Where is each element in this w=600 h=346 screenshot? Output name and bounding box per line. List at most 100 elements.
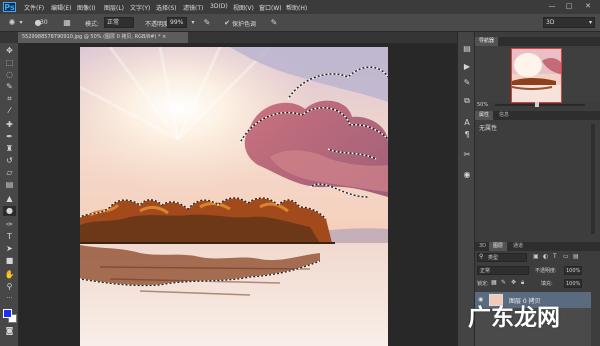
character-panel-icon[interactable]: A bbox=[461, 118, 473, 128]
filter-smart-icon[interactable]: ▤ bbox=[573, 253, 579, 260]
photoshop-logo: Ps bbox=[3, 2, 16, 12]
mode-select[interactable]: 正常 bbox=[104, 17, 134, 28]
chevron-down-icon[interactable]: ▾ bbox=[18, 18, 24, 28]
brush-size-value[interactable]: 30 bbox=[40, 19, 48, 26]
history-panel-icon[interactable]: ▤ bbox=[461, 44, 473, 54]
clone-source-icon[interactable]: ⧉ bbox=[461, 96, 473, 106]
workspace-select[interactable]: 3D ▾ bbox=[543, 17, 595, 28]
layer-filter-value: 类型 bbox=[488, 255, 499, 261]
filter-pixel-icon[interactable]: ▣ bbox=[533, 253, 539, 260]
zoom-tool-icon[interactable]: ⚲ bbox=[3, 282, 16, 292]
tab-channels[interactable]: 通道 bbox=[509, 242, 527, 251]
filter-adjust-icon[interactable]: ◐ bbox=[543, 253, 548, 260]
checkbox-checked-icon[interactable]: ✔ bbox=[222, 18, 232, 28]
options-bar: ✺ ▾ ● 30 ▦ 模式: 正常 不透明度: 99% ▾ ✎ ✔ 保护色调 ✎… bbox=[0, 14, 600, 32]
blur-tool-icon[interactable]: ▲ bbox=[3, 194, 16, 204]
3d-panel-icon[interactable]: ◉ bbox=[461, 170, 473, 180]
mode-label: 模式: bbox=[85, 21, 100, 28]
layer-filter-select[interactable]: 类型 bbox=[477, 253, 527, 262]
lock-position-icon[interactable]: ✥ bbox=[511, 279, 516, 286]
protect-tones-label[interactable]: 保护色调 bbox=[232, 19, 256, 28]
menu-type[interactable]: 文字(Y) bbox=[130, 3, 150, 12]
close-button[interactable]: ✕ bbox=[582, 2, 594, 11]
blend-mode-value: 正常 bbox=[480, 268, 491, 274]
marquee-tool-icon[interactable]: ⬚ bbox=[3, 58, 16, 68]
menu-bar: Ps 文件(F) 编辑(E) 图像(I) 图层(L) 文字(Y) 选择(S) 滤… bbox=[0, 0, 600, 14]
chevron-down-icon[interactable]: ▾ bbox=[190, 18, 196, 28]
document-tab[interactable]: 552998857879091​0.jpg @ 50% (图层 0 拷贝, RG… bbox=[18, 32, 188, 43]
navigator-zoom-value[interactable]: 50% bbox=[477, 102, 488, 108]
actions-panel-icon[interactable]: ▶ bbox=[461, 62, 473, 72]
history-brush-tool-icon[interactable]: ↺ bbox=[3, 156, 16, 166]
opacity-input[interactable]: 99% bbox=[167, 17, 187, 28]
minimize-button[interactable]: — bbox=[546, 2, 558, 11]
tab-3d[interactable]: 3D bbox=[475, 242, 490, 251]
crop-tool-icon[interactable]: ⌗ bbox=[3, 94, 16, 104]
eraser-tool-icon[interactable]: ▱ bbox=[3, 168, 16, 178]
gradient-tool-icon[interactable]: ▤ bbox=[3, 180, 16, 190]
tab-properties[interactable]: 属性 bbox=[475, 111, 494, 120]
layer-opacity-input[interactable]: 100% bbox=[564, 266, 582, 275]
navigator-tab-bar: 导航器 bbox=[475, 37, 600, 46]
move-tool-icon[interactable]: ✥ bbox=[3, 46, 16, 56]
fill-input[interactable]: 100% bbox=[564, 279, 582, 288]
tab-info[interactable]: 信息 bbox=[495, 111, 513, 120]
tool-presets-icon[interactable]: ✂ bbox=[461, 150, 473, 160]
watermark-logo: 广东龙网 bbox=[468, 305, 560, 331]
blend-mode-select[interactable]: 正常 bbox=[477, 266, 529, 275]
menu-window[interactable]: 窗口(W) bbox=[259, 3, 282, 12]
quick-select-tool-icon[interactable]: ✎ bbox=[3, 82, 16, 92]
hand-tool-icon[interactable]: ✋ bbox=[3, 270, 16, 280]
navigator-zoom-slider[interactable] bbox=[495, 104, 585, 106]
fill-label: 填充: bbox=[541, 281, 553, 287]
filter-type-icon[interactable]: T bbox=[553, 253, 557, 260]
brush-panel-icon[interactable]: ▦ bbox=[61, 18, 73, 28]
eyedropper-tool-icon[interactable]: ⁄ bbox=[3, 106, 16, 116]
menu-help[interactable]: 帮助(H) bbox=[286, 3, 307, 12]
properties-scrollbar[interactable] bbox=[591, 124, 595, 234]
menu-file[interactable]: 文件(F) bbox=[24, 3, 44, 12]
tab-navigator[interactable]: 导航器 bbox=[475, 37, 499, 46]
lock-transparent-icon[interactable]: ▦ bbox=[491, 279, 497, 286]
pressure-icon[interactable]: ✎ bbox=[268, 18, 280, 28]
healing-brush-tool-icon[interactable]: ✚ bbox=[3, 120, 16, 130]
chevron-down-icon: ▾ bbox=[588, 19, 592, 26]
navigator-thumbnail[interactable] bbox=[511, 48, 562, 103]
lock-pixels-icon[interactable]: ✎ bbox=[501, 279, 506, 286]
menu-layer[interactable]: 图层(L) bbox=[104, 3, 124, 12]
clone-stamp-tool-icon[interactable]: ♜ bbox=[3, 144, 16, 154]
airbrush-icon[interactable]: ✎ bbox=[201, 18, 213, 28]
maximize-button[interactable]: □ bbox=[563, 2, 575, 11]
menu-edit[interactable]: 编辑(E) bbox=[51, 3, 71, 12]
filter-shape-icon[interactable]: ▭ bbox=[563, 253, 569, 260]
edit-toolbar-icon[interactable]: ··· bbox=[3, 294, 16, 304]
rectangle-tool-icon[interactable]: ■ bbox=[3, 256, 16, 266]
document-canvas[interactable] bbox=[80, 47, 388, 346]
sponge-tool-icon[interactable]: ● bbox=[3, 206, 16, 216]
lock-all-icon[interactable]: 🔒︎ bbox=[521, 279, 524, 287]
navigator-zoom-handle[interactable] bbox=[535, 102, 539, 107]
lock-label: 锁定: bbox=[477, 281, 489, 287]
brush-panel-icon[interactable]: ✎ bbox=[461, 78, 473, 88]
tab-layers[interactable]: 图层 bbox=[489, 242, 508, 251]
path-select-tool-icon[interactable]: ➤ bbox=[3, 244, 16, 254]
pen-tool-icon[interactable]: ✑ bbox=[3, 220, 16, 230]
quick-mask-icon[interactable]: ◙ bbox=[3, 326, 16, 336]
properties-tab-bar: 属性 信息 bbox=[475, 111, 600, 120]
type-tool-icon[interactable]: T bbox=[3, 232, 16, 242]
paragraph-panel-icon[interactable]: ¶ bbox=[461, 130, 473, 140]
sponge-tool-preset-icon[interactable]: ✺ bbox=[6, 18, 18, 28]
fill-value: 100% bbox=[566, 281, 581, 287]
menu-select[interactable]: 选择(S) bbox=[156, 3, 177, 12]
mode-select-value: 正常 bbox=[107, 19, 120, 26]
menu-filter[interactable]: 滤镜(T) bbox=[183, 3, 203, 12]
brush-tool-icon[interactable]: ✒ bbox=[3, 132, 16, 142]
layer-opacity-value: 100% bbox=[566, 268, 581, 274]
layers-tab-bar: 3D 图层 通道 bbox=[475, 242, 600, 251]
foreground-color-swatch[interactable] bbox=[3, 309, 12, 318]
lasso-tool-icon[interactable]: ◌ bbox=[3, 70, 16, 80]
layer-opacity-label: 不透明度: bbox=[535, 268, 557, 274]
menu-image[interactable]: 图像(I) bbox=[77, 3, 95, 12]
menu-3d[interactable]: 3D(D) bbox=[210, 3, 228, 10]
menu-view[interactable]: 视图(V) bbox=[233, 3, 254, 12]
